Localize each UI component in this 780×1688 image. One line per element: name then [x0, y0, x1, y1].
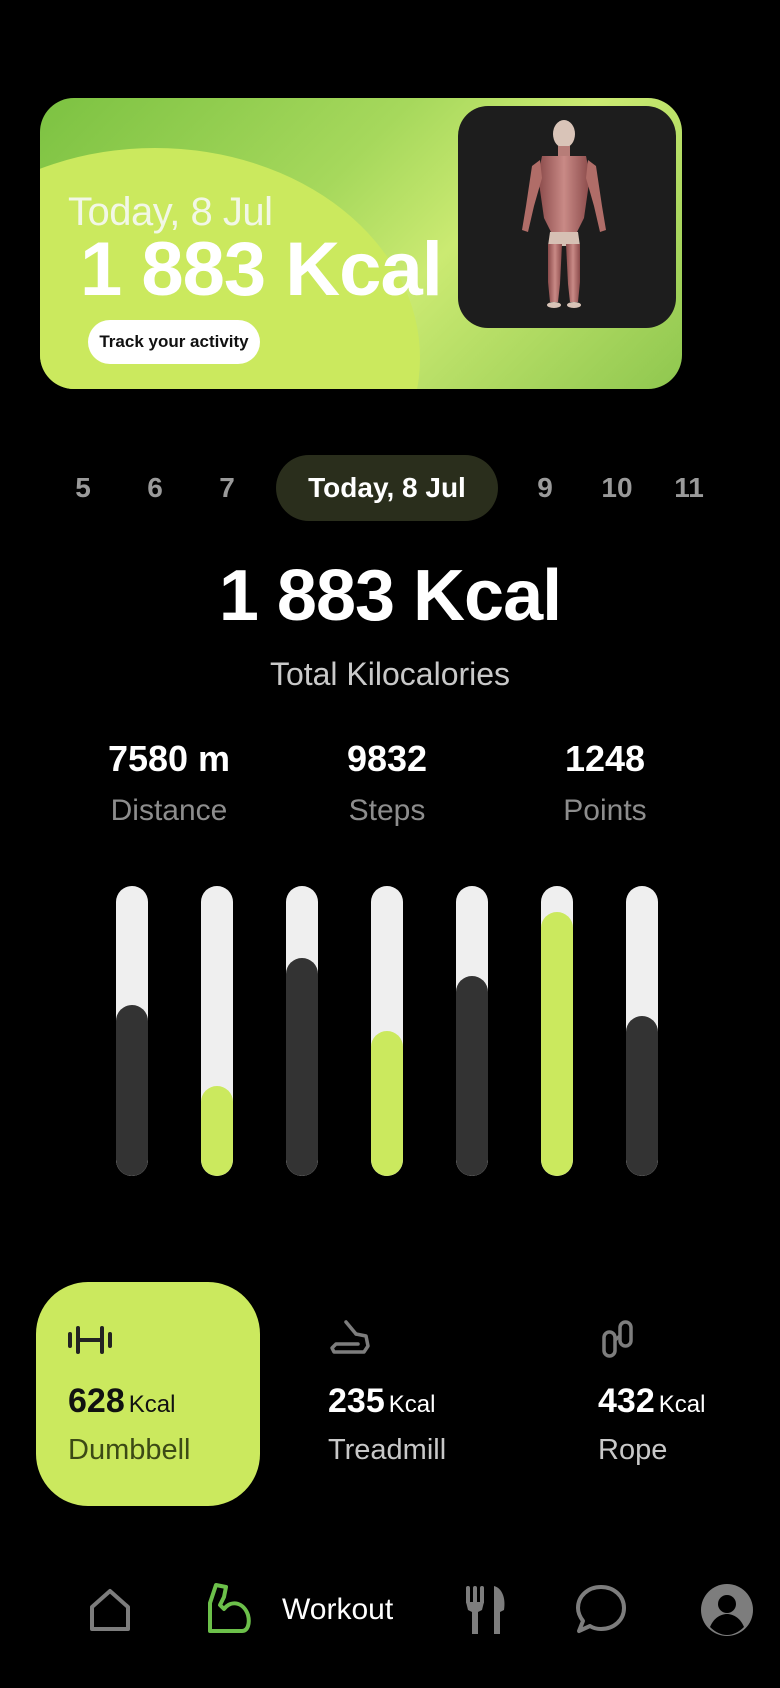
daily-activity-bars: [0, 886, 780, 1176]
stat-points: 1248 Points: [485, 738, 725, 828]
activity-value: 628 Kcal: [68, 1382, 175, 1421]
today-summary-card[interactable]: Today, 8 Jul 1 883 Kcal Track your activ…: [40, 98, 682, 389]
stat-value: 1248: [564, 738, 646, 779]
hero-kcal: 1 883 Kcal: [80, 227, 443, 312]
activity-bar-fill: [626, 1016, 658, 1176]
total-kcal-label: Total Kilocalories: [269, 656, 511, 692]
day-10[interactable]: 10: [592, 455, 642, 521]
activity-bar-fill: [371, 1031, 403, 1176]
activity-value: 235 Kcal: [328, 1382, 435, 1421]
rope-icon: [596, 1320, 646, 1360]
activity-kcal-number: 235: [328, 1382, 385, 1420]
activity-bar[interactable]: [201, 886, 233, 1176]
activity-bar[interactable]: [456, 886, 488, 1176]
date-selector: 5 6 7 Today, 8 Jul 9 10 11: [0, 455, 780, 521]
activity-bar-fill: [456, 976, 488, 1176]
nav-active-label: Workout: [282, 1593, 394, 1626]
food-icon[interactable]: [464, 1580, 508, 1640]
track-activity-button[interactable]: Track your activity: [88, 320, 260, 364]
stat-distance: 7580 m Distance: [49, 738, 289, 828]
day-6[interactable]: 6: [130, 455, 180, 521]
day-7[interactable]: 7: [202, 455, 252, 521]
chat-icon[interactable]: [574, 1580, 628, 1640]
bottom-navigation: Workout: [0, 1580, 780, 1640]
workout-icon: [204, 1581, 256, 1640]
treadmill-icon: [326, 1320, 376, 1360]
activity-bar[interactable]: [626, 886, 658, 1176]
activity-bar[interactable]: [286, 886, 318, 1176]
activity-kcal-number: 432: [598, 1382, 655, 1420]
day-5[interactable]: 5: [58, 455, 108, 521]
stat-value: 9832: [346, 738, 428, 779]
activity-name: Treadmill: [328, 1434, 447, 1466]
activity-value: 432 Kcal: [598, 1382, 705, 1421]
home-icon[interactable]: [86, 1580, 134, 1640]
day-today[interactable]: Today, 8 Jul: [276, 455, 498, 521]
day-11[interactable]: 11: [664, 455, 714, 521]
activity-card-dumbbell[interactable]: 628 Kcal Dumbbell: [36, 1282, 260, 1506]
activity-bar[interactable]: [116, 886, 148, 1176]
dumbbell-icon: [66, 1320, 116, 1360]
total-kcal-value: 1 883 Kcal: [218, 556, 562, 636]
stat-steps: 9832 Steps: [267, 738, 507, 828]
stat-label: Steps: [348, 794, 426, 827]
activity-bar-fill: [541, 912, 573, 1176]
stat-label: Points: [563, 794, 647, 827]
activity-bar-fill: [286, 958, 318, 1176]
activity-name: Rope: [598, 1434, 668, 1466]
activity-name: Dumbbell: [68, 1434, 191, 1466]
activity-bar[interactable]: [371, 886, 403, 1176]
profile-icon[interactable]: [700, 1580, 754, 1640]
day-9[interactable]: 9: [520, 455, 570, 521]
activity-card-treadmill[interactable]: 235 Kcal Treadmill: [296, 1282, 496, 1506]
activity-kcal-unit: Kcal: [388, 1391, 436, 1418]
activity-kcal-unit: Kcal: [658, 1391, 706, 1418]
workout-tab[interactable]: Workout: [204, 1580, 393, 1640]
activity-bar-fill: [201, 1086, 233, 1176]
body-anatomy-image: [458, 106, 676, 328]
activity-card-rope[interactable]: 432 Kcal Rope: [566, 1282, 766, 1506]
stat-label: Distance: [110, 794, 228, 827]
activity-kcal-number: 628: [68, 1382, 125, 1420]
stat-value: 7580 m: [107, 738, 231, 779]
activity-bar-fill: [116, 1005, 148, 1176]
activity-bar[interactable]: [541, 886, 573, 1176]
activity-kcal-unit: Kcal: [128, 1391, 176, 1418]
